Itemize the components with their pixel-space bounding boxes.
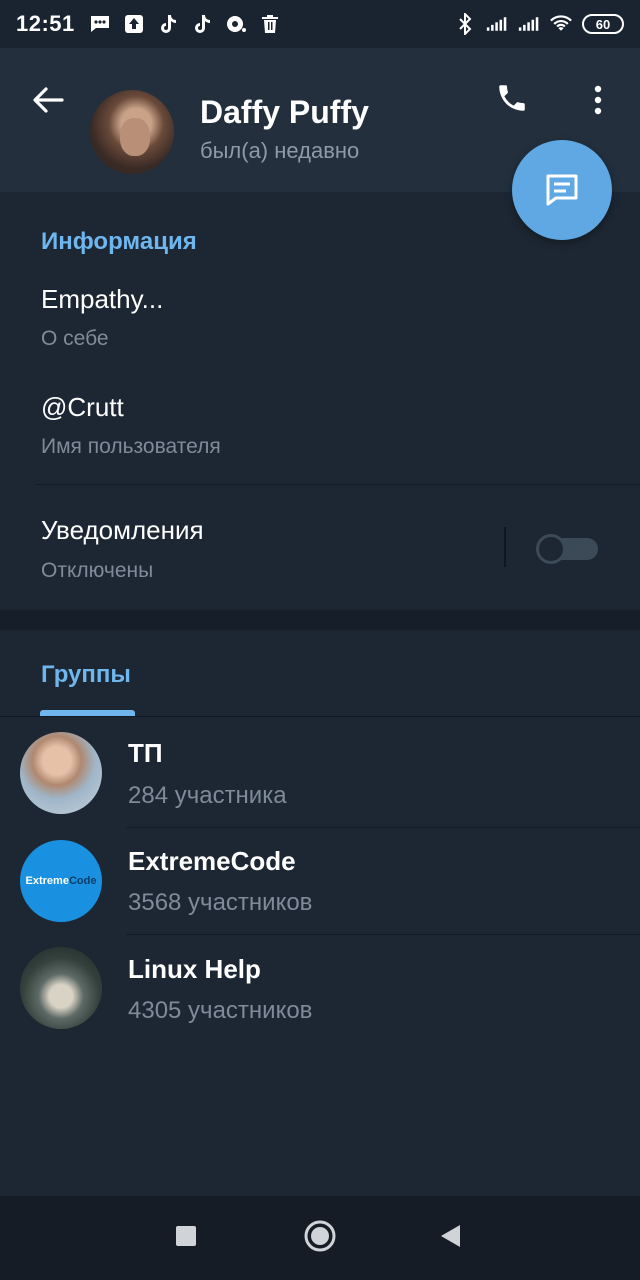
bio-text[interactable]: Empathy...: [41, 284, 163, 315]
divider: [126, 934, 640, 935]
back-nav-button[interactable]: [430, 1216, 470, 1256]
more-vertical-icon: [594, 85, 602, 115]
wifi-icon: [550, 13, 572, 35]
trash-icon: [259, 13, 281, 35]
notifications-title[interactable]: Уведомления: [41, 515, 204, 546]
group-avatar[interactable]: [20, 947, 102, 1029]
status-time: 12:51: [16, 11, 75, 36]
square-icon: [176, 1226, 196, 1246]
triangle-back-icon: [441, 1225, 460, 1247]
headset-icon: [225, 13, 247, 35]
notifications-toggle[interactable]: [536, 534, 598, 564]
info-section-title: Информация: [41, 228, 197, 255]
system-icons: 60: [454, 13, 624, 35]
avatar[interactable]: [90, 90, 174, 174]
signal-icon: [486, 13, 508, 35]
bluetooth-icon: [454, 13, 476, 35]
tiktok-icon: [191, 13, 213, 35]
back-button[interactable]: [28, 80, 68, 120]
username-label: Имя пользователя: [41, 435, 221, 458]
toggle-separator: [504, 527, 506, 567]
group-members: 284 участника: [128, 782, 287, 809]
recents-button[interactable]: [166, 1216, 206, 1256]
bio-label: О себе: [41, 327, 109, 350]
group-members: 3568 участников: [128, 889, 313, 916]
send-message-button[interactable]: [512, 140, 612, 240]
username-text[interactable]: @Crutt: [41, 392, 124, 423]
phone-icon: [499, 85, 525, 111]
status-bar: 12:51 60: [0, 0, 640, 48]
tab-divider: [0, 716, 640, 717]
divider: [126, 827, 640, 828]
message-icon: [546, 174, 578, 206]
toggle-knob: [536, 534, 566, 564]
call-button[interactable]: [490, 76, 534, 120]
notifications-state: Отключены: [41, 559, 154, 582]
group-avatar[interactable]: ExtremeCode: [20, 840, 102, 922]
group-name[interactable]: ТП: [128, 738, 163, 769]
section-gap: [0, 610, 640, 630]
upload-icon: [123, 13, 145, 35]
signal-icon: [518, 13, 540, 35]
arrow-left-icon: [33, 87, 64, 113]
extremecode-logo-text: ExtremeCode: [25, 875, 97, 887]
more-options-button[interactable]: [578, 78, 618, 122]
chat-icon: [89, 13, 111, 35]
tab-groups[interactable]: Группы: [41, 661, 131, 689]
group-avatar[interactable]: [20, 732, 102, 814]
circle-icon: [304, 1220, 336, 1252]
group-name[interactable]: ExtremeCode: [128, 846, 296, 877]
profile-last-seen: был(а) недавно: [200, 138, 360, 163]
profile-name: Daffy Puffy: [200, 94, 369, 130]
notification-icons: [89, 13, 281, 35]
tiktok-icon: [157, 13, 179, 35]
divider: [36, 484, 640, 485]
group-name[interactable]: Linux Help: [128, 954, 261, 985]
home-button[interactable]: [300, 1216, 340, 1256]
group-members: 4305 участников: [128, 997, 313, 1024]
battery-indicator: 60: [582, 14, 624, 34]
navigation-bar: [0, 1196, 640, 1280]
